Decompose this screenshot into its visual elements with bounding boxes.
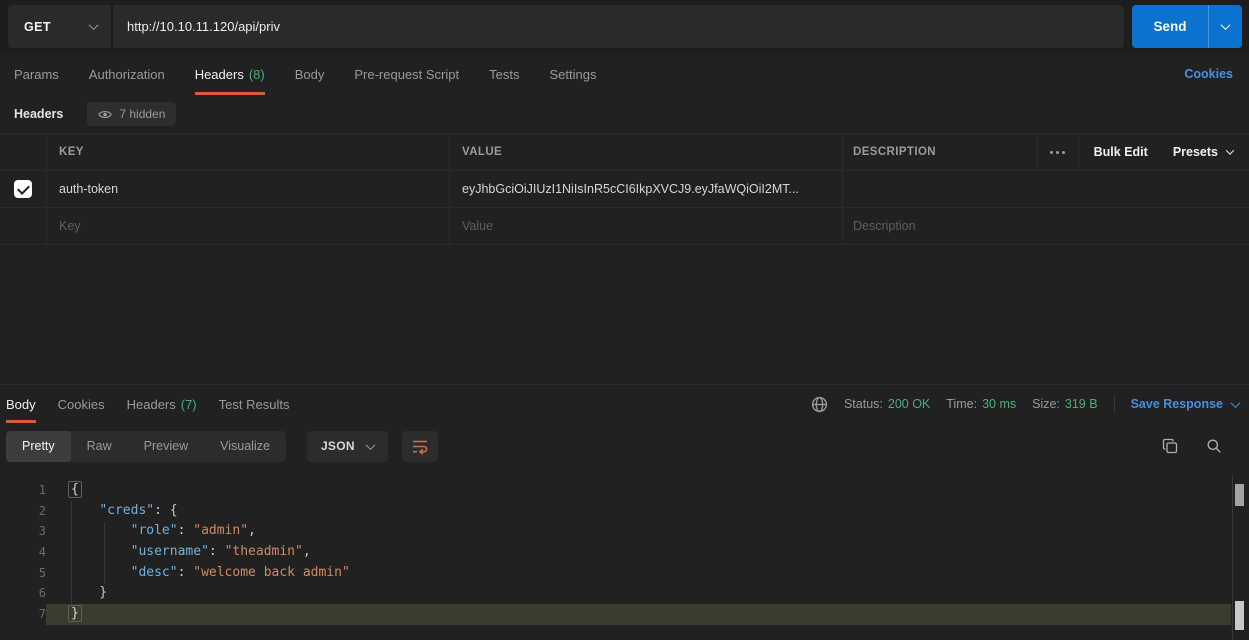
tab-body[interactable]: Body (295, 53, 325, 95)
format-dropdown[interactable]: JSON (307, 431, 388, 462)
size-badge: Size: 319 B (1032, 397, 1097, 411)
view-tab-preview[interactable]: Preview (128, 431, 204, 462)
send-button[interactable]: Send (1132, 5, 1209, 48)
headers-title: Headers (14, 107, 63, 121)
more-options-button[interactable] (1038, 134, 1078, 170)
headers-count-badge: (8) (249, 67, 265, 82)
response-panel: Body Cookies Headers (7) Test Results St… (0, 384, 1249, 640)
table-header-row: KEY VALUE DESCRIPTION Bulk Edit Presets (0, 134, 1249, 171)
code-line: 2 "creds": { (0, 501, 1249, 522)
column-description: DESCRIPTION (853, 146, 936, 158)
code-line: 4 "username": "theadmin", (0, 542, 1249, 563)
view-tab-raw[interactable]: Raw (71, 431, 128, 462)
tab-tests[interactable]: Tests (489, 53, 519, 95)
chevron-down-icon (89, 20, 99, 30)
response-body-editor[interactable]: 1{2 "creds": {3 "role": "admin",4 "usern… (0, 475, 1249, 640)
request-bar: GET http://10.10.11.120/api/priv Send (0, 0, 1249, 53)
row-checkbox[interactable] (14, 180, 32, 198)
view-tab-pretty[interactable]: Pretty (6, 431, 71, 462)
view-mode-segmented: Pretty Raw Preview Visualize (6, 431, 286, 462)
copy-icon (1162, 438, 1178, 454)
cookies-link[interactable]: Cookies (1184, 53, 1233, 95)
column-key: KEY (59, 146, 84, 158)
value-cell[interactable]: eyJhbGciOiJIUzI1NiIsInR5cCI6IkpXVCJ9.eyJ… (450, 171, 843, 207)
response-code: 1{2 "creds": {3 "role": "admin",4 "usern… (0, 475, 1249, 625)
column-value: VALUE (462, 146, 502, 158)
headers-subheader: Headers 7 hidden (0, 98, 1249, 130)
save-response-button[interactable]: Save Response (1131, 397, 1239, 411)
chevron-down-icon (1226, 146, 1234, 154)
wrap-lines-button[interactable] (402, 431, 438, 462)
copy-button[interactable] (1155, 431, 1185, 461)
value-cell-empty[interactable]: Value (450, 208, 843, 244)
response-meta: Status: 200 OK Time: 30 ms Size: 319 B S… (811, 385, 1249, 423)
code-line: 3 "role": "admin", (0, 521, 1249, 542)
status-badge: Status: 200 OK (844, 397, 930, 411)
wrap-lines-icon (411, 438, 429, 455)
tab-settings[interactable]: Settings (549, 53, 596, 95)
response-tab-headers[interactable]: Headers (7) (127, 385, 197, 423)
tab-params[interactable]: Params (14, 53, 59, 95)
code-line: 6 } (0, 583, 1249, 604)
header-row-empty: Key Value Description (0, 208, 1249, 245)
response-headers-count-badge: (7) (181, 397, 197, 412)
response-tab-cookies[interactable]: Cookies (58, 385, 105, 423)
chevron-down-icon (1221, 20, 1231, 30)
search-icon (1206, 438, 1222, 454)
chevron-down-icon (365, 440, 375, 450)
url-input[interactable]: http://10.10.11.120/api/priv (113, 5, 1124, 48)
tab-pre-request-script[interactable]: Pre-request Script (354, 53, 459, 95)
bulk-edit-button[interactable]: Bulk Edit (1079, 134, 1163, 170)
header-row-auth-token: auth-token eyJhbGciOiJIUzI1NiIsInR5cCI6I… (0, 171, 1249, 208)
scrollbar-track[interactable] (1232, 475, 1244, 640)
send-split-button: Send (1132, 5, 1242, 48)
method-label: GET (24, 20, 51, 34)
key-cell[interactable]: auth-token (47, 171, 450, 207)
send-options-button[interactable] (1209, 5, 1242, 48)
response-tabs: Body Cookies Headers (7) Test Results St… (0, 385, 1249, 423)
description-cell-empty[interactable]: Description (843, 208, 1249, 244)
search-button[interactable] (1199, 431, 1229, 461)
postman-app: GET http://10.10.11.120/api/priv Send Pa… (0, 0, 1249, 640)
response-tab-body[interactable]: Body (6, 385, 36, 423)
code-line: 1{ (0, 480, 1249, 501)
scrollbar-thumb[interactable] (1235, 484, 1244, 506)
description-cell[interactable] (843, 171, 1249, 207)
chevron-down-icon (1231, 398, 1241, 408)
cursor-position-marker (1235, 601, 1244, 630)
code-line: 5 "desc": "welcome back admin" (0, 563, 1249, 584)
code-line: 7} (0, 604, 1249, 625)
tab-headers[interactable]: Headers (8) (195, 53, 265, 95)
request-tabs: Params Authorization Headers (8) Body Pr… (0, 53, 1249, 95)
url-value: http://10.10.11.120/api/priv (127, 19, 280, 34)
indent-guide (71, 501, 72, 605)
eye-icon (98, 109, 112, 120)
response-view-bar: Pretty Raw Preview Visualize JSON (0, 423, 1249, 469)
time-badge: Time: 30 ms (946, 397, 1016, 411)
key-cell-empty[interactable]: Key (47, 208, 450, 244)
hidden-headers-toggle[interactable]: 7 hidden (87, 102, 176, 126)
method-select[interactable]: GET (8, 5, 112, 48)
presets-dropdown[interactable]: Presets (1163, 134, 1249, 170)
tab-authorization[interactable]: Authorization (89, 53, 165, 95)
indent-guide (104, 522, 105, 584)
view-tab-visualize[interactable]: Visualize (204, 431, 286, 462)
headers-table: KEY VALUE DESCRIPTION Bulk Edit Presets … (0, 133, 1249, 245)
globe-icon (811, 396, 828, 413)
response-tab-test-results[interactable]: Test Results (219, 385, 290, 423)
